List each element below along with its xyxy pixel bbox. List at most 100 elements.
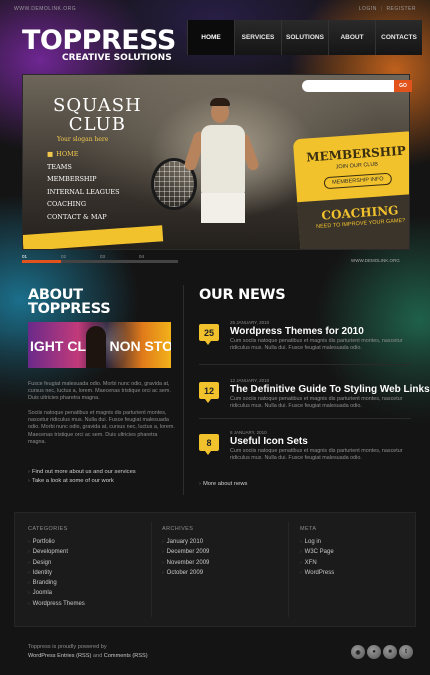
footer-link[interactable]: › November 2009 bbox=[162, 560, 209, 570]
news-date: 8 JANUARY, 2010 bbox=[230, 430, 267, 435]
about-heading-line1: ABOUT bbox=[28, 287, 83, 303]
entries-rss-link[interactable]: WordPress Entries (RSS) bbox=[28, 653, 91, 659]
pager-progress bbox=[22, 260, 61, 263]
footer-link[interactable]: › October 2009 bbox=[162, 570, 209, 580]
news-excerpt: Cum sociis natoque penatibus et magnis d… bbox=[230, 448, 403, 461]
search-input[interactable] bbox=[302, 80, 394, 92]
flickr-icon[interactable]: ● bbox=[367, 645, 381, 659]
slide-menu-item[interactable]: Coaching bbox=[47, 200, 120, 213]
nav-solutions[interactable]: Solutions bbox=[281, 20, 328, 55]
more-news-link[interactable]: › More about news bbox=[199, 481, 247, 487]
footer-link-label: November 2009 bbox=[166, 559, 210, 566]
footer-link[interactable]: › W3C Page bbox=[300, 549, 334, 559]
footer-link[interactable]: › WordPress bbox=[300, 570, 334, 580]
arrow-icon: › bbox=[28, 469, 30, 475]
news-excerpt: Cum sociis natoque penatibus et magnis d… bbox=[230, 338, 403, 351]
slide-menu: ■ Home Teams Membership Internal Leagues … bbox=[47, 150, 120, 225]
footer-link-label: WordPress bbox=[304, 569, 335, 576]
footer-archives: ARCHIVES › January 2010 › December 2009 › N… bbox=[162, 526, 209, 580]
bullet-icon: › bbox=[28, 559, 30, 566]
news-date: 25 JANUARY, 2010 bbox=[230, 320, 270, 325]
nav-home[interactable]: Home bbox=[187, 20, 234, 55]
membership-info-button[interactable]: MEMBERSHIP INFO bbox=[323, 172, 392, 190]
footer-link-label: December 2009 bbox=[166, 549, 210, 556]
footer-link[interactable]: › Wordpress Themes bbox=[28, 601, 85, 611]
footer-divider bbox=[151, 522, 152, 617]
logo-title[interactable]: TOPPRESS bbox=[22, 25, 176, 56]
footer-link-label: January 2010 bbox=[166, 539, 204, 545]
featured-slider[interactable]: SQUASH CLUB Your slogan here ■ Home Teams… bbox=[22, 74, 410, 250]
footer-link[interactable]: › Identity bbox=[28, 570, 85, 580]
slide-menu-item[interactable]: Internal Leagues bbox=[47, 188, 120, 201]
footer-link-label: W3C Page bbox=[304, 549, 334, 556]
date-badge: 25 bbox=[199, 324, 219, 345]
powered-by-line: Toppress is proudly powered by bbox=[28, 644, 107, 650]
about-links: › Find out more about us and our services… bbox=[28, 469, 136, 487]
footer-link[interactable]: › XFN bbox=[300, 560, 334, 570]
about-link[interactable]: › Take a look at some of our work bbox=[28, 478, 136, 487]
footer-link[interactable]: › December 2009 bbox=[162, 549, 209, 559]
news-divider bbox=[199, 364, 411, 365]
about-paragraph: Fusce feugiat malesuada odio. Morbi nunc… bbox=[28, 381, 171, 402]
about-link-label: Find out more about us and our services bbox=[31, 469, 136, 475]
register-link[interactable]: REGISTER bbox=[386, 6, 416, 12]
login-link[interactable]: LOGIN bbox=[359, 6, 377, 12]
player-hair bbox=[210, 98, 230, 106]
twitter-icon[interactable]: t bbox=[399, 645, 413, 659]
pager-item[interactable]: 03 bbox=[100, 254, 139, 259]
slider-demolink[interactable]: WWW.DEMOLINK.ORG bbox=[351, 258, 400, 263]
bullet-icon: › bbox=[28, 569, 30, 576]
powered-by-links: WordPress Entries (RSS) and Comments (RS… bbox=[28, 652, 148, 661]
nav-contacts[interactable]: Contacts bbox=[375, 20, 422, 55]
rss-icon[interactable]: ◉ bbox=[351, 645, 365, 659]
bullet-icon: › bbox=[300, 539, 302, 545]
footer-link[interactable]: › Joomla bbox=[28, 590, 85, 600]
nav-services[interactable]: Services bbox=[234, 20, 281, 55]
footer-categories: CATEGORIES › Portfolio › Development › Desi… bbox=[28, 526, 85, 611]
pager-item[interactable]: 01 bbox=[22, 254, 61, 259]
news-title[interactable]: Wordpress Themes for 2010 bbox=[230, 326, 364, 337]
player-torso bbox=[201, 125, 245, 195]
slide-title-line2: CLUB bbox=[68, 114, 126, 135]
column-divider bbox=[183, 285, 184, 495]
bullet-icon: › bbox=[28, 580, 30, 587]
about-link[interactable]: › Find out more about us and our services bbox=[28, 469, 136, 478]
slide-title-line1: SQUASH bbox=[53, 95, 142, 116]
delicious-icon[interactable]: ■ bbox=[383, 645, 397, 659]
search-go-button[interactable]: GO bbox=[394, 80, 412, 92]
bullet-icon: › bbox=[28, 539, 30, 545]
news-title[interactable]: Useful Icon Sets bbox=[230, 436, 308, 447]
footer-categories-title: CATEGORIES bbox=[28, 526, 68, 532]
footer-link[interactable]: › Branding bbox=[28, 580, 85, 590]
footer-link-label: Portfolio bbox=[32, 539, 55, 545]
bullet-icon: › bbox=[300, 549, 302, 556]
slide-menu-item[interactable]: Membership bbox=[47, 175, 120, 188]
bullet-icon: › bbox=[162, 569, 164, 576]
powered-by: Toppress is proudly powered by WordPress… bbox=[28, 643, 148, 661]
slide-menu-item[interactable]: Teams bbox=[47, 163, 120, 176]
bullet-icon: › bbox=[300, 559, 302, 566]
footer-link[interactable]: › Log in bbox=[300, 539, 334, 549]
bullet-icon: › bbox=[28, 549, 30, 556]
footer-divider bbox=[288, 522, 289, 617]
arrow-icon: › bbox=[199, 481, 201, 487]
date-badge: 12 bbox=[199, 382, 219, 403]
slide-menu-item[interactable]: ■ Home bbox=[47, 150, 120, 163]
site-url[interactable]: WWW.DEMOLINK.ORG bbox=[14, 6, 76, 12]
search-form: GO bbox=[302, 80, 412, 92]
nav-about[interactable]: About bbox=[328, 20, 375, 55]
footer-link-label: Log in bbox=[304, 539, 322, 545]
pager-item[interactable]: 04 bbox=[139, 254, 178, 259]
news-title[interactable]: The Definitive Guide To Styling Web Link… bbox=[230, 384, 430, 395]
comments-rss-link[interactable]: Comments (RSS) bbox=[104, 653, 148, 659]
footer-link[interactable]: › Design bbox=[28, 560, 85, 570]
footer-link[interactable]: › January 2010 bbox=[162, 539, 209, 549]
player-shorts bbox=[201, 193, 245, 223]
pager-item[interactable]: 02 bbox=[61, 254, 100, 259]
slide-menu-item[interactable]: Contact & Map bbox=[47, 213, 120, 226]
footer-link[interactable]: › Portfolio bbox=[28, 539, 85, 549]
bullet-icon: › bbox=[300, 569, 302, 576]
footer-link[interactable]: › Development bbox=[28, 549, 85, 559]
about-link-label: Take a look at some of our work bbox=[31, 478, 114, 484]
bullet-icon: › bbox=[28, 600, 30, 607]
